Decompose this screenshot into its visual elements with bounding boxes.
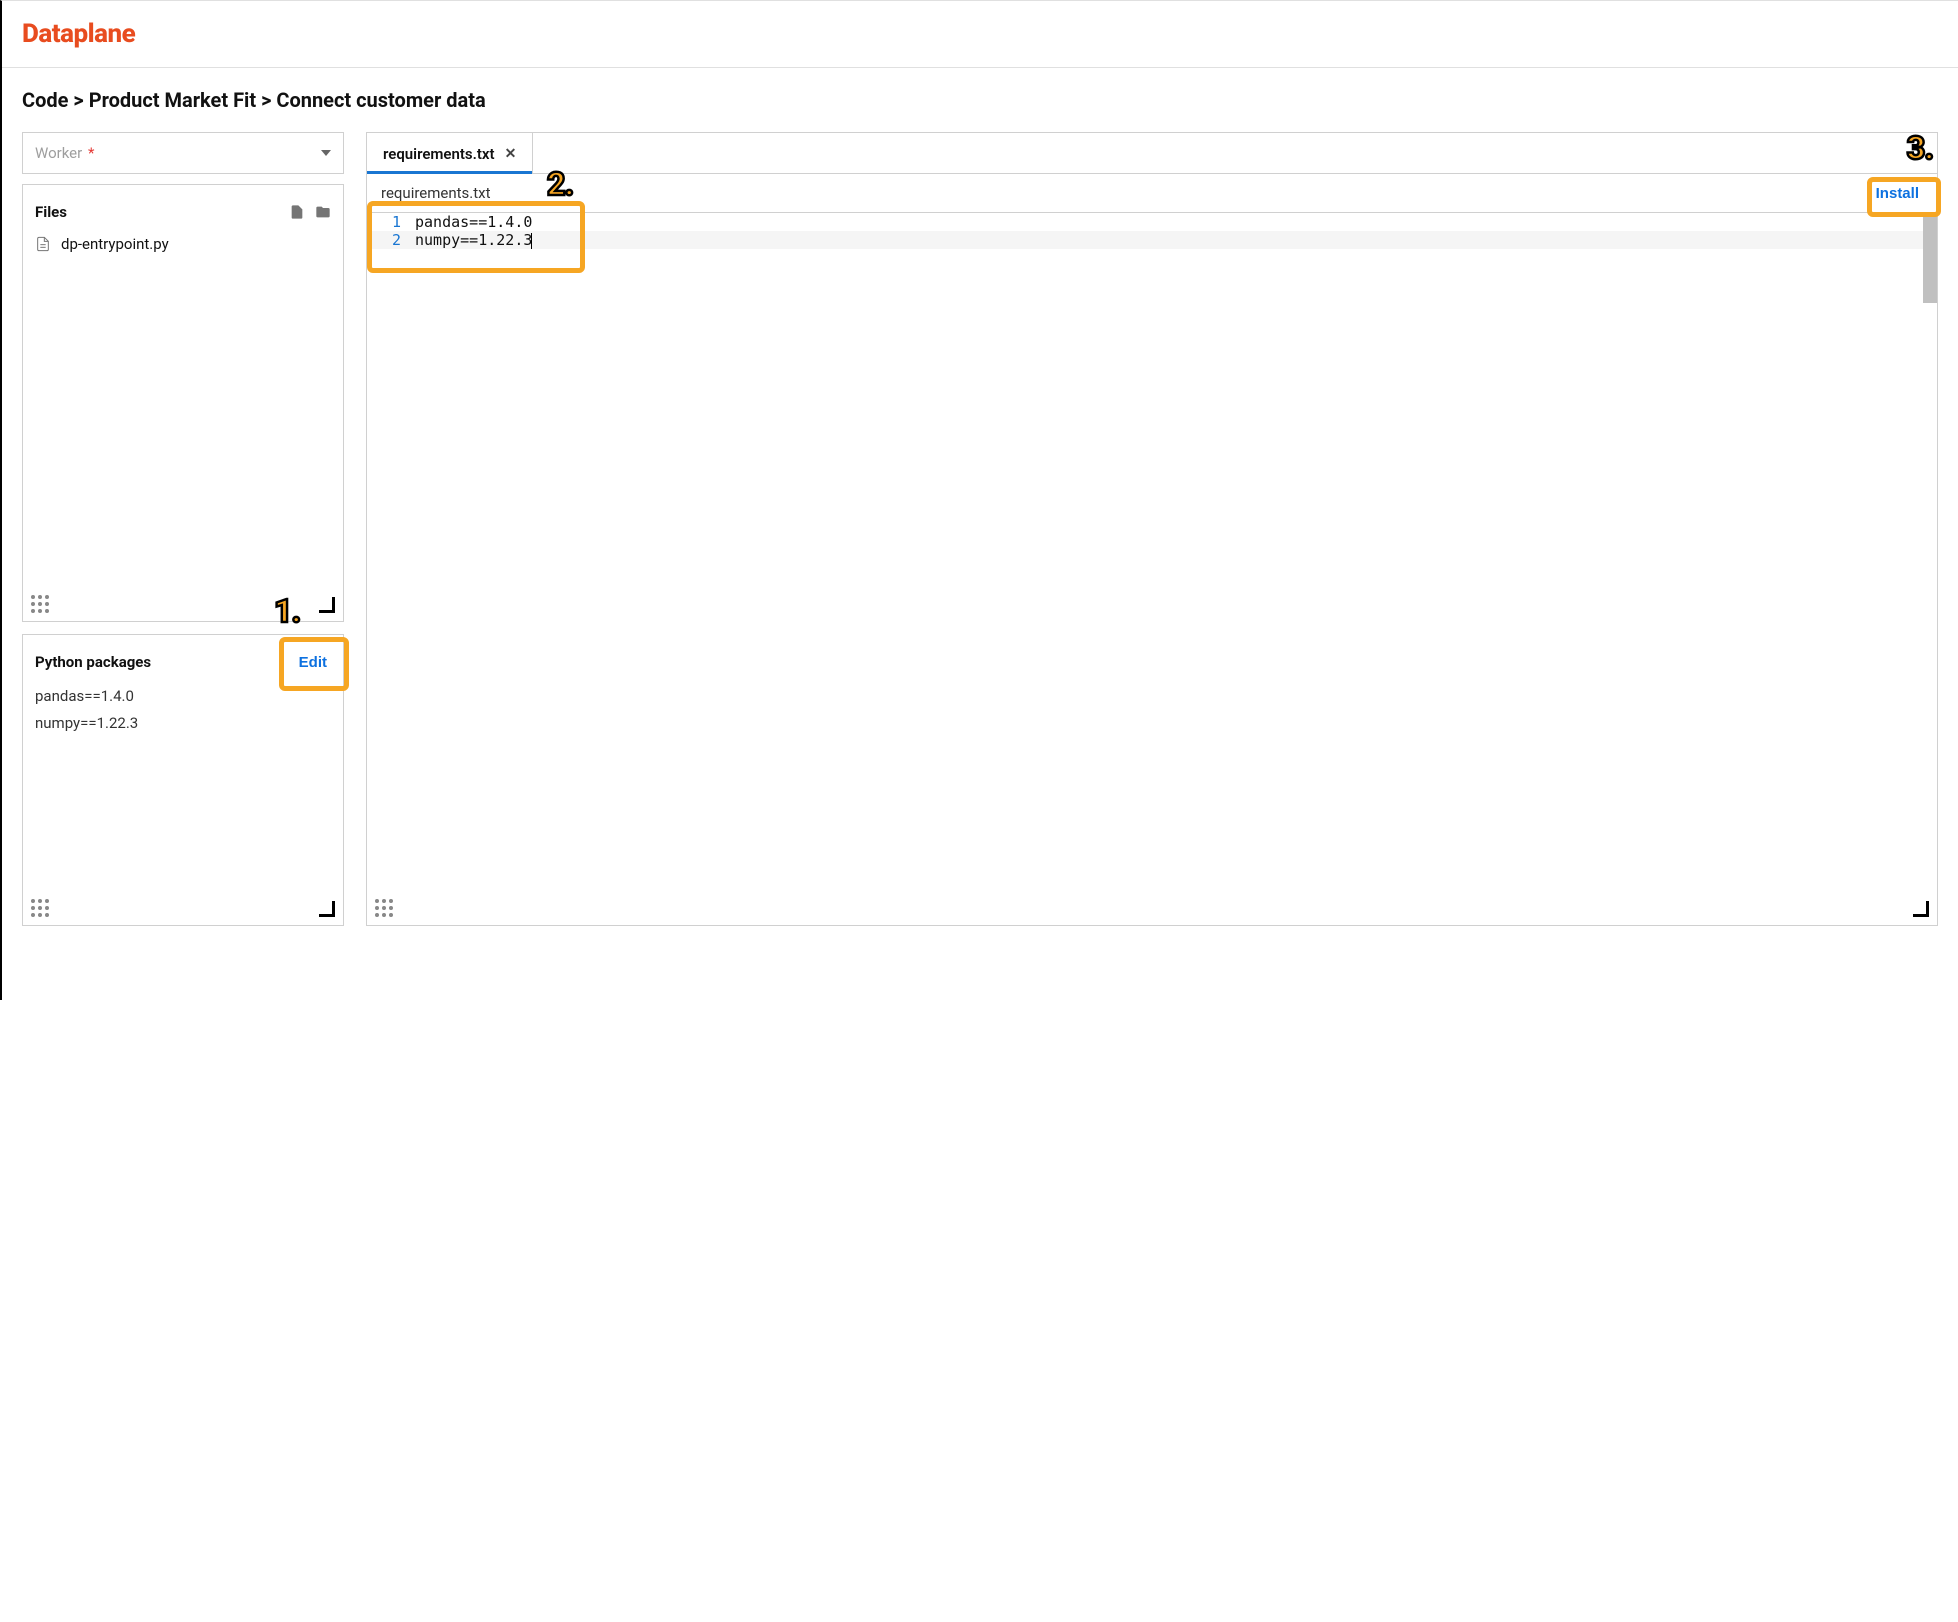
editor-filename: requirements.txt (381, 184, 491, 202)
code-editor: requirements.txt ✕ requirements.txt Inst… (366, 132, 1938, 926)
code-line-content: pandas==1.4.0 (415, 213, 1937, 231)
worker-select[interactable]: Worker * (22, 132, 344, 174)
code-line-content: numpy==1.22.3 (415, 231, 1937, 249)
install-button[interactable]: Install (1872, 185, 1923, 202)
resize-handle-icon[interactable] (1913, 901, 1929, 917)
brand-logo: Dataplane (22, 19, 1938, 49)
drag-handle-icon[interactable] (31, 899, 49, 917)
file-item[interactable]: dp-entrypoint.py (23, 231, 343, 257)
edit-button[interactable]: Edit (295, 654, 331, 671)
resize-handle-icon[interactable] (319, 901, 335, 917)
files-panel-title: Files (35, 203, 67, 221)
editor-subbar: requirements.txt Install (367, 174, 1937, 213)
text-cursor (531, 233, 532, 249)
required-asterisk: * (88, 144, 94, 162)
files-panel: Files dp-entrypoint.py (22, 184, 344, 622)
drag-handle-icon[interactable] (31, 595, 49, 613)
new-folder-icon[interactable] (315, 204, 331, 220)
drag-handle-icon[interactable] (375, 899, 393, 917)
app-header: Dataplane (2, 1, 1958, 68)
breadcrumb: Code > Product Market Fit > Connect cust… (22, 88, 1938, 112)
scrollbar-vertical[interactable] (1923, 213, 1937, 303)
packages-panel: Python packages Edit pandas==1.4.0 numpy… (22, 634, 344, 926)
chevron-down-icon (321, 150, 331, 156)
editor-tabs: requirements.txt ✕ (367, 133, 1937, 174)
close-icon[interactable]: ✕ (505, 146, 517, 162)
new-file-icon[interactable] (289, 204, 305, 220)
line-number: 2 (367, 231, 415, 249)
worker-select-label: Worker (35, 144, 82, 162)
package-item: pandas==1.4.0 (35, 683, 331, 710)
file-item-label: dp-entrypoint.py (61, 235, 169, 253)
tab-label: requirements.txt (383, 145, 495, 163)
line-number: 1 (367, 213, 415, 231)
resize-handle-icon[interactable] (319, 597, 335, 613)
packages-panel-title: Python packages (35, 653, 151, 671)
editor-tab[interactable]: requirements.txt ✕ (367, 133, 533, 173)
file-icon (35, 236, 51, 252)
package-item: numpy==1.22.3 (35, 710, 331, 737)
code-area[interactable]: 1 pandas==1.4.0 2 numpy==1.22.3 (367, 213, 1937, 891)
